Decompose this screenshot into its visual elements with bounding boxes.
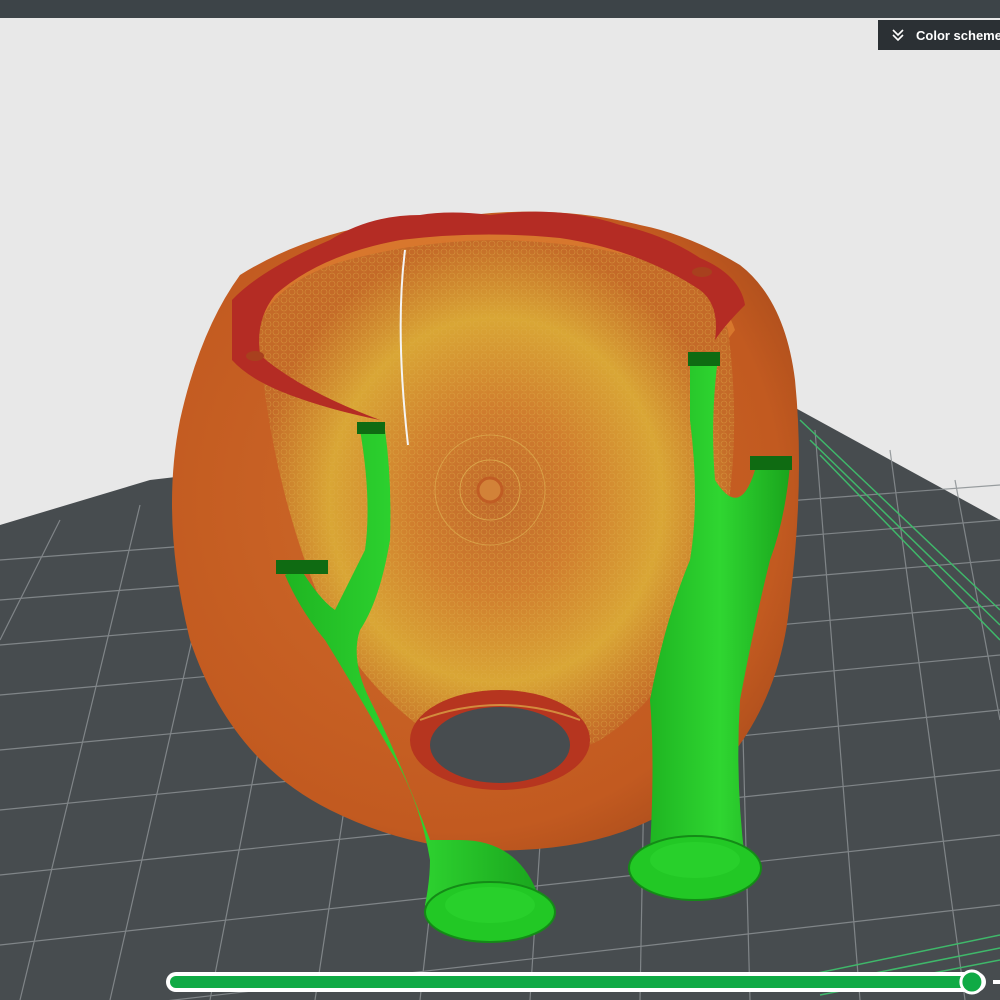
layer-slider[interactable]: [163, 968, 1000, 998]
slider-handle[interactable]: [959, 969, 985, 995]
3d-viewport[interactable]: [0, 18, 1000, 1000]
slider-fill: [170, 976, 972, 988]
color-scheme-button[interactable]: Color scheme: [878, 20, 1000, 50]
double-chevron-down-icon: [890, 27, 906, 43]
slider-end-marker: [993, 980, 1000, 984]
color-scheme-label: Color scheme: [916, 27, 1000, 43]
top-toolbar: [0, 0, 1000, 18]
